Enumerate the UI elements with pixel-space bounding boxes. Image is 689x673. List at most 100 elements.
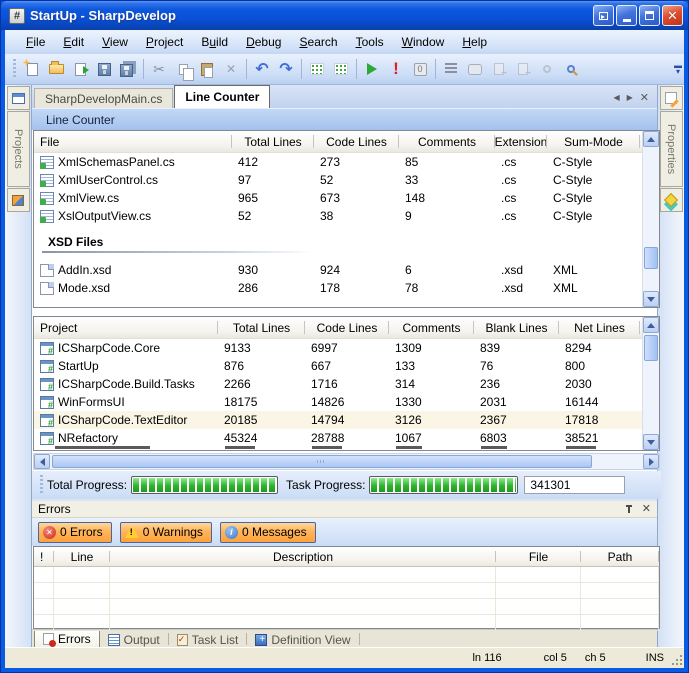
cut-button[interactable] [147,57,171,81]
column-header[interactable]: Code Lines [305,317,389,338]
save-all-button[interactable] [116,57,140,81]
classes-pad-tab[interactable] [660,188,683,212]
menu-file[interactable]: File [17,32,54,52]
paste-button[interactable] [195,57,219,81]
menu-search[interactable]: Search [290,32,346,52]
open-button[interactable] [44,57,68,81]
comment-region-button[interactable] [305,57,329,81]
menu-help[interactable]: Help [453,32,496,52]
resize-grip[interactable] [670,655,682,667]
column-header[interactable]: Blank Lines [474,317,559,338]
scrollbar-thumb[interactable] [644,247,658,269]
menu-build[interactable]: Build [192,32,237,52]
projects-pad-label[interactable]: Projects [7,111,30,187]
run-button[interactable] [360,57,384,81]
pin-icon[interactable] [624,504,634,514]
column-header[interactable]: Sum-Mode [547,131,640,152]
tab-line-counter[interactable]: Line Counter [174,85,270,108]
properties-pad-tab[interactable] [660,86,683,110]
menu-edit[interactable]: Edit [54,32,93,52]
search-disabled-button[interactable] [535,57,559,81]
menu-window[interactable]: Window [393,32,454,52]
scroll-right-button[interactable] [643,454,659,469]
horizontal-scrollbar[interactable] [33,453,660,470]
deploy-button[interactable] [487,57,511,81]
menu-debug[interactable]: Debug [237,32,290,52]
column-header[interactable]: Comments [389,317,474,338]
column-header[interactable]: Comments [399,131,495,152]
column-header[interactable]: File [34,131,232,152]
column-header[interactable]: Code Lines [314,131,399,152]
column-header[interactable]: File [496,547,581,566]
maximize-button[interactable] [639,5,660,26]
new-file-button[interactable] [20,57,44,81]
toolbar-grip[interactable] [40,475,43,495]
column-header[interactable]: ! [34,547,54,566]
projects-pad-tab[interactable] [7,86,30,110]
save-button[interactable] [92,57,116,81]
uncomment-region-button[interactable] [329,57,353,81]
menu-view[interactable]: View [93,32,137,52]
scroll-down-button[interactable] [643,434,659,450]
scroll-left-button[interactable] [34,454,50,469]
table-row[interactable]: ICSharpCode.Core9133699713098398294 [34,339,659,357]
close-button[interactable]: ✕ [662,5,683,26]
column-header[interactable]: Project [34,317,218,338]
search-button[interactable] [559,57,583,81]
properties-pad-label[interactable]: Properties [660,111,683,187]
copy-button[interactable] [171,57,195,81]
table-row[interactable]: WinFormsUI18175148261330203116144 [34,393,659,411]
tools-pad-tab[interactable] [7,188,30,212]
next-tab-icon[interactable]: ▶ [627,93,633,102]
scroll-up-button[interactable] [643,317,659,333]
table-row[interactable]: XmlSchemasPanel.cs41227385.csC-Style [34,153,659,171]
scrollbar-thumb[interactable] [644,335,658,361]
abort-button[interactable] [384,57,408,81]
tab-sharpdevelopmain[interactable]: SharpDevelopMain.cs [34,88,173,108]
cell-text: 286 [238,281,258,295]
cell-text: 667 [311,359,331,373]
stop-count-button[interactable] [408,57,432,81]
close-tab-icon[interactable]: ✕ [640,91,649,104]
scroll-up-button[interactable] [643,131,659,147]
table-row[interactable]: XslOutputView.cs52389.csC-Style [34,207,659,225]
warnings-filter-button[interactable]: 0 Warnings [120,522,212,543]
deploy-alt-button[interactable] [511,57,535,81]
column-header[interactable]: Net Lines [559,317,640,338]
table-row[interactable]: ICSharpCode.Build.Tasks22661716314236203… [34,375,659,393]
redo-button[interactable] [274,57,298,81]
projects-vertical-scrollbar[interactable] [642,317,659,450]
menu-project[interactable]: Project [137,32,192,52]
toolbar-grip[interactable] [13,59,16,79]
open-from-web-button[interactable] [68,57,92,81]
column-header[interactable]: Path [581,547,659,566]
column-header[interactable]: Extension [495,131,547,152]
table-row[interactable]: ICSharpCode.TextEditor201851479431262367… [34,411,659,429]
table-row[interactable]: Mode.xsd28617878.xsdXML [34,279,659,297]
column-header[interactable]: Line [54,547,110,566]
align-lines-button[interactable] [439,57,463,81]
delete-button[interactable] [219,57,243,81]
scroll-down-button[interactable] [643,291,659,307]
minimize-button[interactable] [616,5,637,26]
toolbar-overflow-button[interactable]: ▬▾ [672,56,684,82]
table-row[interactable]: AddIn.xsd9309246.xsdXML [34,261,659,279]
title-bar[interactable]: # StartUp - SharpDevelop ✕ [1,1,688,30]
messages-filter-button[interactable]: i 0 Messages [220,522,316,543]
table-row[interactable]: StartUp87666713376800 [34,357,659,375]
prev-tab-icon[interactable]: ◀ [613,93,619,102]
close-panel-icon[interactable]: ✕ [642,504,651,515]
dock-window-button[interactable] [593,5,614,26]
table-row[interactable]: XmlView.cs965673148.csC-Style [34,189,659,207]
scrollbar-thumb[interactable] [52,455,592,468]
menu-tools[interactable]: Tools [347,32,393,52]
column-header[interactable]: Total Lines [232,131,314,152]
undo-button[interactable] [250,57,274,81]
errors-filter-button[interactable]: ✕ 0 Errors [38,522,112,543]
column-header[interactable]: Description [110,547,496,566]
window-title: StartUp - SharpDevelop [30,8,591,23]
files-vertical-scrollbar[interactable] [642,131,659,307]
shape-button[interactable] [463,57,487,81]
table-row[interactable]: XmlUserControl.cs975233.csC-Style [34,171,659,189]
column-header[interactable]: Total Lines [218,317,305,338]
